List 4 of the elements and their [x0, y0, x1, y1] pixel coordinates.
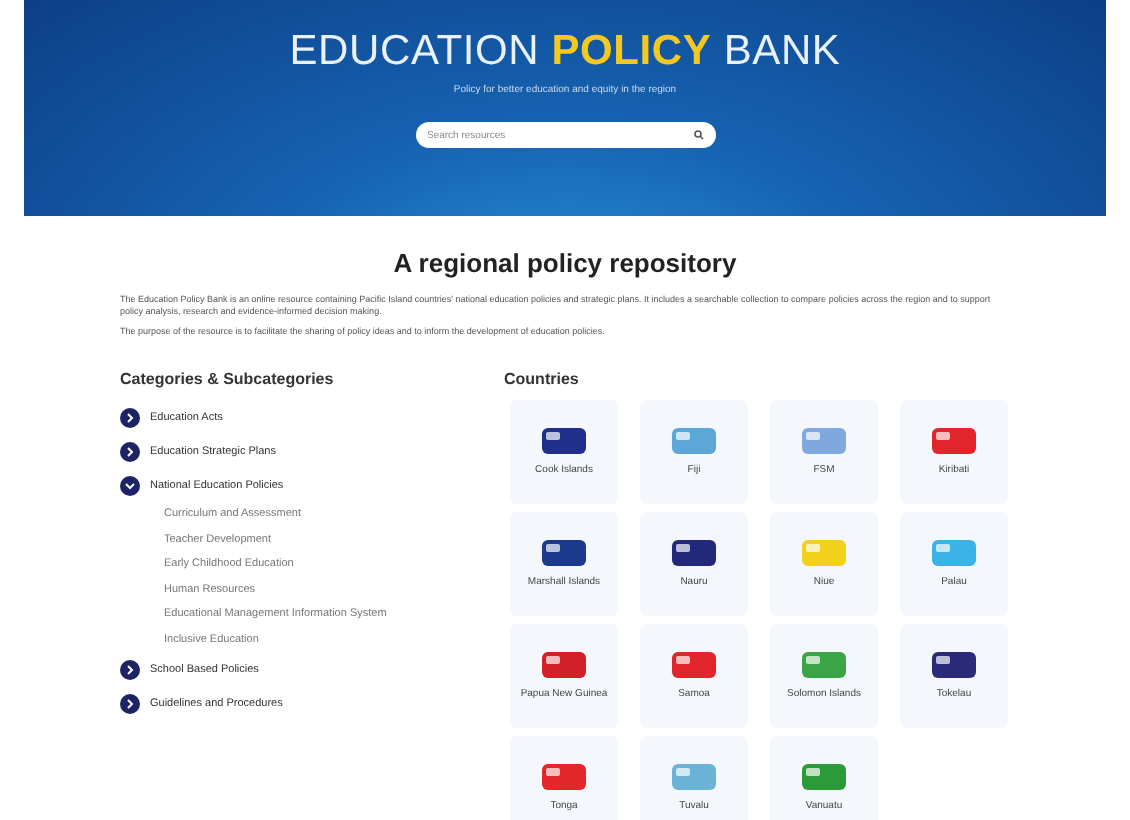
site-title: EDUCATION POLICY BANK: [289, 28, 841, 76]
section-heading: A regional policy repository: [393, 248, 737, 278]
countries-heading: Countries: [504, 370, 581, 388]
categories-heading: Categories & Subcategories: [120, 370, 336, 388]
